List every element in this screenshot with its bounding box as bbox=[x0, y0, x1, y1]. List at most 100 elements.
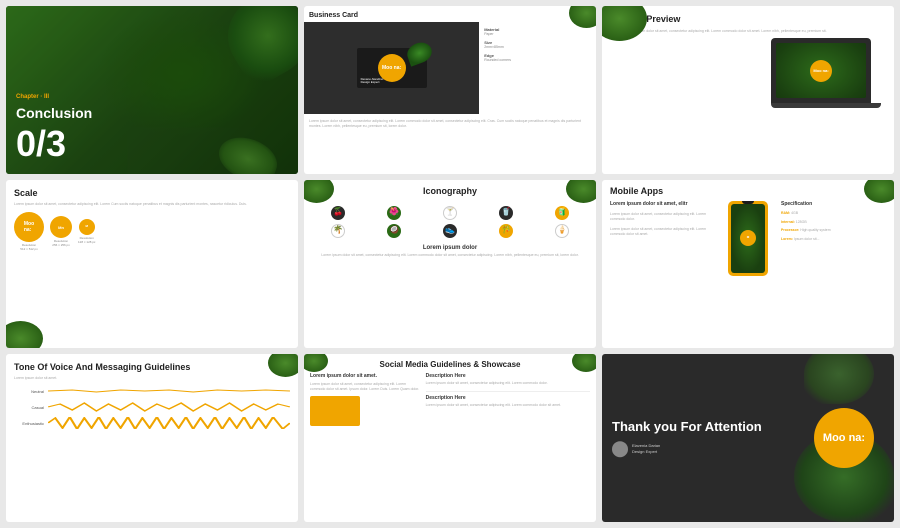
desc-divider bbox=[426, 391, 590, 392]
thank-you-content: Thank you For Attention Elavenia Darian … bbox=[612, 419, 762, 457]
laptop-logo: Moo na: bbox=[810, 60, 832, 82]
social-lorem-body: Lorem ipsum dolor sit amet, consectetur … bbox=[310, 382, 420, 393]
big-logo-text: Moo na: bbox=[823, 432, 865, 444]
slide-8-left: Lorem ipsum dolor sit amet. Lorem ipsum … bbox=[310, 373, 420, 426]
card-leaf bbox=[404, 40, 434, 67]
phone-container: M bbox=[723, 201, 773, 276]
slide-mobile-apps: Mobile Apps Lorem ipsum dolor sit amet, … bbox=[602, 180, 894, 348]
icon-item: 🍒 bbox=[312, 206, 364, 220]
icon-sandal: 👟 bbox=[443, 224, 457, 238]
icon-flower: 🌺 bbox=[387, 206, 401, 220]
laptop-area: Moo na: bbox=[610, 38, 886, 108]
slide-2-header: Business Card bbox=[304, 6, 596, 22]
mobile-lorem-2: Lorem ipsum dolor sit amet, consectetur … bbox=[610, 212, 715, 223]
slide-1-content: Chapter · III Conclusion 0/3 bbox=[16, 94, 92, 162]
slide-8-right: Description Here Lorem ipsum dolor sit a… bbox=[426, 373, 590, 426]
desc-block-1: Description Here Lorem ipsum dolor sit a… bbox=[426, 373, 590, 386]
tone-neutral: Neutral bbox=[14, 385, 290, 397]
thank-you-logo: Moo na: bbox=[814, 408, 874, 468]
logo-small: M Resolution128 × 128 px bbox=[78, 219, 95, 245]
material-value: Paper bbox=[484, 32, 591, 37]
presenter-info: Elavenia Darian Design Expert bbox=[612, 441, 762, 457]
size-value: 2mm×85mm bbox=[484, 45, 591, 50]
slide-thank-you: Thank you For Attention Elavenia Darian … bbox=[602, 354, 894, 522]
slide-6-specs: Specification RAM: 4GB Internal: 128GB P… bbox=[781, 201, 886, 276]
iconography-lorem-title: Lorem ipsum dolor bbox=[304, 242, 596, 254]
chapter-label: Chapter · III bbox=[16, 94, 92, 102]
social-lorem-title: Lorem ipsum dolor sit amet. bbox=[310, 373, 420, 380]
slide-7-content: Tone Of Voice And Messaging Guidelines L… bbox=[6, 354, 298, 441]
business-card: Moo na: Devano Alandino Design Expert bbox=[357, 48, 427, 88]
presenter-title: Design Expert bbox=[632, 449, 660, 454]
edge-value: Rounded corners bbox=[484, 58, 591, 63]
slide-conclusion: Chapter · III Conclusion 0/3 bbox=[6, 6, 298, 174]
leaf-tr bbox=[566, 180, 596, 205]
logos-row: Moona: Resolution512 × 512 px Mn Resolut… bbox=[14, 212, 290, 252]
mobile-lorem-title: Lorem ipsum dolor sit amet, elitr bbox=[610, 201, 715, 209]
slide-8-content: Lorem ipsum dolor sit amet. Lorem ipsum … bbox=[304, 373, 596, 426]
leaf-corner-tr bbox=[566, 6, 596, 31]
icon-item: 🌴 bbox=[312, 224, 364, 238]
slide-6-text: Lorem ipsum dolor sit amet, elitr Lorem … bbox=[610, 201, 715, 276]
slide-title: Conclusion bbox=[16, 104, 92, 122]
phone-screen: M bbox=[731, 204, 765, 273]
laptop-base bbox=[771, 103, 881, 108]
icons-grid: 🍒 🌺 🍸 🥤 🧃 🌴 🥥 👟 🎋 🍦 bbox=[304, 202, 596, 242]
slide-4-content: Scale Lorem ipsum dolor sit amet, consec… bbox=[6, 180, 298, 260]
icon-bamboo: 🎋 bbox=[499, 224, 513, 238]
tone-wave-enthusiastic bbox=[48, 417, 290, 429]
bottom-section: Lorem ipsum dolor sit amet, consectetur … bbox=[304, 114, 596, 174]
phone-notch bbox=[742, 201, 754, 204]
slide-web-preview: Web Preview Lorem ipsum dolor sit amet, … bbox=[602, 6, 894, 174]
spec-lorem: Lorem: Ipsum dolor sit... bbox=[781, 236, 886, 243]
desc-title-1: Description Here bbox=[426, 373, 590, 380]
logo-circle-sm: M bbox=[79, 219, 95, 235]
tone-casual: Casual bbox=[14, 401, 290, 413]
orange-placeholder-box bbox=[310, 396, 360, 426]
spec-value-ram: 4GB bbox=[791, 211, 798, 215]
logo-medium: Mn Resolution256 × 256 px bbox=[50, 216, 72, 248]
tone-lorem: Lorem ipsum dolor sit amet. bbox=[14, 376, 290, 381]
thank-you-title: Thank you For Attention bbox=[612, 419, 762, 435]
slide-scale: Scale Lorem ipsum dolor sit amet, consec… bbox=[6, 180, 298, 348]
avatar-circle bbox=[612, 441, 628, 457]
size-row: Size 2mm×85mm bbox=[484, 40, 591, 50]
mobile-lorem-3: Lorem ipsum dolor sit amet, consectetur … bbox=[610, 227, 715, 238]
person-title: Design Expert bbox=[361, 81, 384, 85]
tone-label-casual: Casual bbox=[14, 405, 44, 410]
card-person-info: Devano Alandino Design Expert bbox=[361, 78, 384, 86]
laptop-wrapper: Moo na: bbox=[771, 38, 881, 108]
material-panel: Material Paper Size 2mm×85mm Edge Rounde… bbox=[479, 22, 596, 114]
icon-item: 🎋 bbox=[480, 224, 532, 238]
big-logo-circle: Moo na: bbox=[814, 408, 874, 468]
icon-item: 🍦 bbox=[536, 224, 588, 238]
desc-title-2: Description Here bbox=[426, 395, 590, 402]
icon-item: 🥤 bbox=[480, 206, 532, 220]
lorem-text: Lorem ipsum dolor sit amet, consectetur … bbox=[309, 119, 591, 129]
phone-logo: M bbox=[740, 230, 756, 246]
slide-business-card: Business Card Moo na: Devano Alandino De… bbox=[304, 6, 596, 174]
screen-inner: Moo na: bbox=[776, 43, 866, 98]
logo-label-sm: Resolution128 × 128 px bbox=[78, 237, 95, 245]
slide-iconography: Iconography 🍒 🌺 🍸 🥤 🧃 🌴 🥥 👟 🎋 🍦 Lorem ip… bbox=[304, 180, 596, 348]
leaf-bl bbox=[6, 318, 46, 348]
card-area: Moo na: Devano Alandino Design Expert bbox=[304, 22, 479, 114]
tone-wave-neutral bbox=[48, 385, 290, 397]
top-section: Moo na: Devano Alandino Design Expert Ma… bbox=[304, 22, 596, 114]
leaf-tl bbox=[602, 6, 652, 46]
spec-label-processor: Processor: bbox=[781, 228, 800, 232]
spec-value-lorem: Ipsum dolor sit... bbox=[794, 237, 820, 241]
icon-palm: 🌴 bbox=[331, 224, 345, 238]
iconography-title: Iconography bbox=[304, 180, 596, 202]
slide-tone-of-voice: Tone Of Voice And Messaging Guidelines L… bbox=[6, 354, 298, 522]
desc-block-2: Description Here Lorem ipsum dolor sit a… bbox=[426, 395, 590, 408]
edge-row: Edge Rounded corners bbox=[484, 53, 591, 63]
icon-drink: 🍸 bbox=[443, 206, 457, 220]
icon-cherry: 🍒 bbox=[331, 206, 345, 220]
spec-processor: Processor: High quality system bbox=[781, 227, 886, 234]
leaf-tl bbox=[304, 354, 329, 374]
slide-social-media: Social Media Guidelines & Showcase Lorem… bbox=[304, 354, 596, 522]
web-preview-lorem: Lorem ipsum dolor sit amet, consectetur … bbox=[625, 29, 886, 34]
leaf-tl bbox=[304, 180, 334, 205]
laptop-logo-text: Moo na: bbox=[813, 68, 828, 73]
